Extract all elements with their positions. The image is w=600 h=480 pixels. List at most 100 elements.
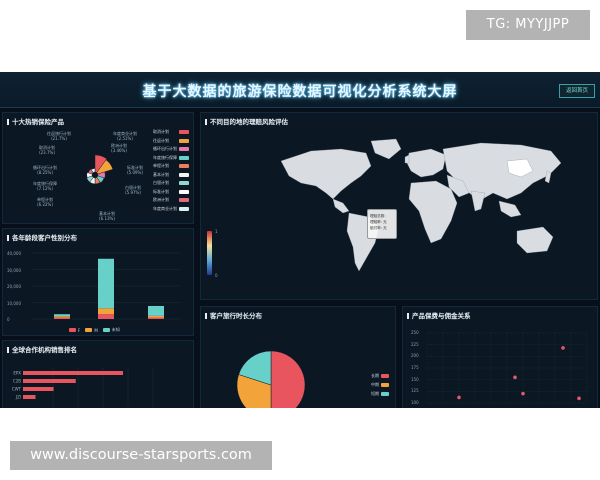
uk-shape [404,154,410,164]
legend-item: 中期 [371,382,389,388]
duration-panel: 客户旅行时长分布 长期中期短期 [200,306,396,408]
stacked-bar-segment [54,314,70,317]
legend-label: F [78,327,81,333]
legend-swatch [179,181,189,185]
scale-bottom-label: 0 [215,273,218,278]
watermark-top: TG: MYYJJPP [466,10,590,40]
rose-label-pct: (8.25%) [37,170,53,175]
legend-item: 单程计划 [153,163,189,169]
greenland-shape [370,138,402,160]
scatter-point [513,375,517,380]
world-map[interactable] [271,131,571,281]
y-tick-label: 175 [411,365,419,370]
y-tick-label: 200 [411,353,419,359]
premium-scatter-chart [427,332,588,404]
rose-label: 白银计划 (5.97%) [125,185,141,195]
stacked-bar-segment [148,315,164,318]
legend-swatch [179,164,189,168]
rose-label: 年度商业计划 (2.51%) [113,131,137,141]
scale-top-label: 1 [215,229,218,234]
rose-label-pct: (6.22%) [37,202,53,207]
southeast-asia-shape [498,200,522,218]
y-tick-label: 225 [411,341,419,347]
legend-label: 未知 [111,327,120,332]
scatter-point [457,395,461,400]
legend-item: 标准计划 [153,189,189,195]
stacked-bar-segment [148,305,164,316]
back-home-button[interactable]: 返回首页 [559,84,595,98]
rose-label: 欧洲计划 (3.46%) [111,143,127,153]
stacked-bar-segment [54,317,70,319]
horizontal-bar [23,379,76,383]
tooltip-line: 赔付率: 无 [370,226,387,230]
legend-item: 循环出行计划 [153,146,189,152]
legend-swatch [102,328,110,332]
pie-slice [270,350,306,408]
map-tooltip: 理赔总数: 理赔率: 无 赔付率: 无 [367,209,397,239]
legend-label: 短期 [371,391,379,396]
age-gender-title: 各年龄段客户性别分布 [7,232,77,242]
rose-label-pct: (21.7%) [51,136,67,141]
rose-label: 往返旅行计划 (21.7%) [47,131,71,141]
bar-category-label: C2B [13,379,21,384]
legend-swatch [85,328,93,332]
stacked-bar-segment [98,314,114,319]
legend-swatch [381,383,389,387]
stacked-bar-segment [54,316,70,318]
premium-title: 产品保费与佣金关系 [407,310,471,320]
y-tick-label: 0 [7,317,10,322]
destinations-panel: 不同目的地的理赔风险评估 理赔总数: 理赔率: 无 赔付率: 无 1 0 [200,112,598,300]
legend-item: 长期 [371,373,389,379]
duration-title: 客户旅行时长分布 [205,310,262,320]
legend-swatch [179,147,189,151]
legend-label: 中期 [371,382,379,387]
bar-category-label: CWT [12,387,22,392]
legend-item: F [69,327,80,333]
legend-swatch [179,206,189,211]
india-shape [470,190,486,212]
y-tick-label: 10,000 [7,300,21,306]
y-tick-label: 250 [411,330,419,335]
scatter-point [521,391,525,396]
horizontal-bar [23,395,36,399]
scatter-point [577,396,581,401]
y-tick-label: 40,000 [7,251,21,256]
legend-label: 年度旅行保障 [153,154,177,160]
rose-label-pct: (6.13%) [99,216,115,221]
visual-map-scale[interactable] [207,231,212,275]
partners-chart: EPX C2B CWT JZI [12,367,154,407]
legend-swatch [179,172,189,177]
legend-label: 往返计划 [153,137,169,143]
legend-label: 取消计划 [153,129,169,134]
rose-label-pct: (23.7%) [39,150,55,155]
legend-swatch [179,130,189,134]
legend-item: 基本计划 [153,172,189,178]
rose-label: 基本计划 (6.13%) [99,211,115,221]
legend-swatch [179,155,189,160]
y-tick-label: 20,000 [7,284,21,289]
north-america-shape [280,148,372,200]
stacked-bar-segment [98,308,114,315]
legend-label: M [94,327,98,333]
legend-label: 循环出行计划 [153,146,177,151]
rose-label: 年度旅行保障 (7.12%) [33,181,57,191]
legend-item: 未知 [102,327,120,333]
header-bar: 基于大数据的旅游保险数据可视化分析系统大屏 返回首页 [0,72,600,108]
duration-pie-chart [236,350,306,408]
partners-title: 全球合作机构销售排名 [7,344,77,354]
rose-label-pct: (7.12%) [37,186,53,191]
dashboard: 基于大数据的旅游保险数据可视化分析系统大屏 返回首页 十大热销保险产品 往返旅行… [0,72,600,408]
y-tick-label: 150 [411,376,419,382]
legend-item: 年度商业计划 [153,206,189,212]
legend-label: 长期 [371,373,379,378]
stacked-bar-segment [148,317,164,319]
rose-label: 单程计划 (6.22%) [37,197,53,207]
legend-item: M [85,327,98,333]
legend-item: 短期 [371,391,389,397]
destinations-title: 不同目的地的理赔风险评估 [205,116,288,126]
legend-item: 欧洲计划 [153,197,189,203]
stacked-bar-segment [98,258,114,309]
y-tick-label: 30,000 [7,267,21,273]
age-gender-chart [31,252,181,320]
rose-label-pct: (2.51%) [117,136,133,141]
